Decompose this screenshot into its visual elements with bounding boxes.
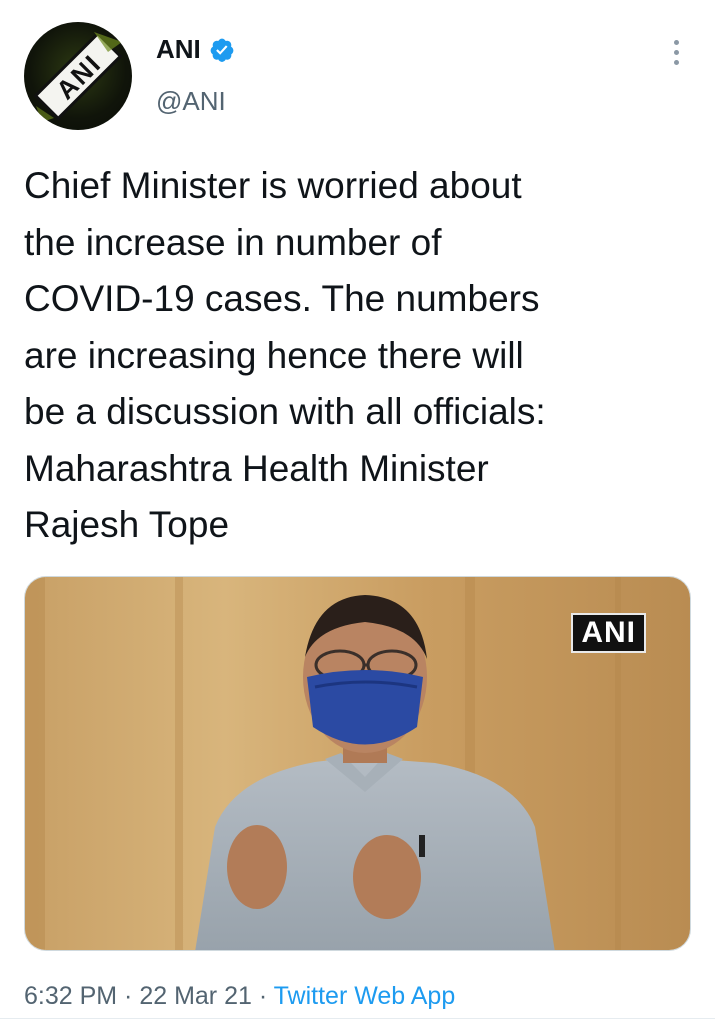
- tweet-media-photo[interactable]: ANI: [24, 576, 691, 951]
- tweet-meta: 6:32 PM · 22 Mar 21 · Twitter Web App: [24, 982, 455, 1011]
- tweet-line: Maharashtra Health Minister: [24, 447, 489, 489]
- meta-separator: ·: [117, 982, 140, 1010]
- avatar[interactable]: ANI: [24, 22, 132, 130]
- more-options-icon[interactable]: [660, 36, 692, 68]
- display-name[interactable]: ANI: [156, 34, 201, 65]
- handle[interactable]: @ANI: [156, 86, 226, 117]
- tweet-date[interactable]: 22 Mar 21: [139, 982, 252, 1010]
- tweet-line: Rajesh Tope: [24, 504, 230, 545]
- tweet-text: Chief Minister is worried about the incr…: [24, 158, 694, 554]
- tweet-line: COVID-19 cases. The numbers: [24, 278, 540, 319]
- tweet-line: Chief Minister is worried about: [24, 165, 522, 206]
- tweet-line: the increase in number of: [24, 221, 442, 263]
- divider: [0, 1018, 715, 1019]
- tweet: ANI ANI @ANI Chief Minister is worried a…: [0, 0, 715, 1024]
- author-name-row: ANI: [156, 34, 235, 65]
- ani-logo-icon: ANI: [33, 31, 123, 122]
- meta-separator: ·: [251, 982, 274, 1010]
- tweet-line: are increasing hence there will: [24, 334, 524, 376]
- tweet-line: be a discussion with all officials:: [24, 391, 546, 432]
- verified-badge-icon: [209, 37, 235, 63]
- tweet-time[interactable]: 6:32 PM: [24, 982, 117, 1010]
- ani-watermark: ANI: [571, 613, 646, 653]
- source-app-link[interactable]: Twitter Web App: [274, 982, 456, 1010]
